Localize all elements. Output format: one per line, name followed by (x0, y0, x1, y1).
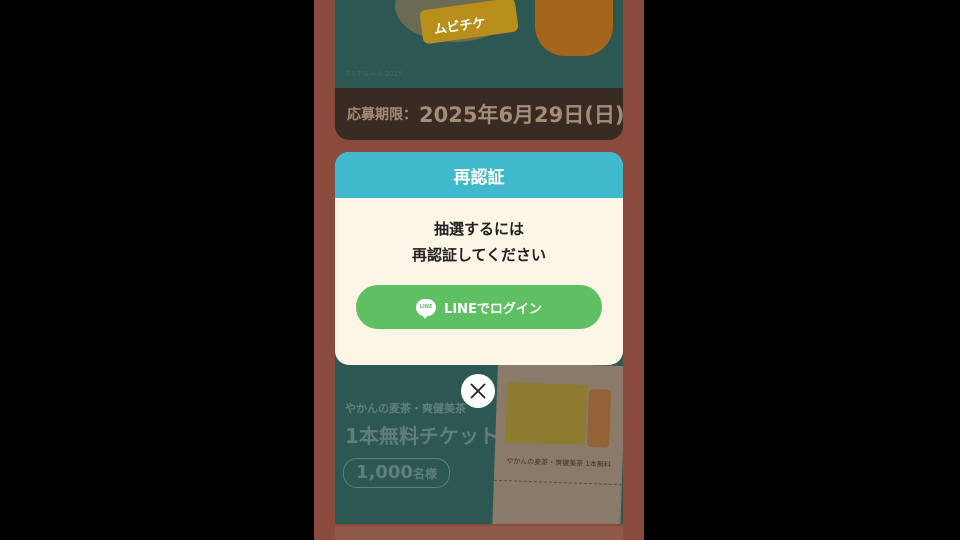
dialog-header: 再認証 (335, 152, 623, 198)
copyright-text: ©L-T-S-A-A 2025 (345, 70, 403, 78)
prize-ticket-image: やかんの麦茶・爽健美茶 1本無料 (492, 361, 623, 524)
line-login-button[interactable]: LINE LINEでログイン (356, 285, 602, 329)
campaign-card: ムビチケ ©L-T-S-A-A 2025 応募期限： 2025年6月29日(日)… (335, 0, 623, 140)
deadline-label: 応募期限： (347, 107, 417, 123)
dialog-title: 再認証 (453, 167, 505, 188)
ticket-can-image (587, 389, 612, 448)
prize-count: 1,000 (356, 462, 413, 483)
close-x-icon (470, 383, 486, 399)
ticket-art (505, 382, 588, 445)
line-logo-icon: LINE (416, 298, 437, 319)
tea-bottle-image (535, 0, 613, 56)
prize-name: やかんの麦茶・爽健美茶 (345, 402, 466, 415)
ticket-perforation (493, 479, 622, 486)
ticket-caption: やかんの麦茶・爽健美茶 1本無料 (506, 457, 611, 469)
prize-card: やかんの麦茶・爽健美茶 1本無料チケット 1,000名様 やかんの麦茶・爽健美茶… (335, 338, 623, 524)
dialog-message: 抽選するには 再認証してください (335, 216, 623, 268)
line-login-label: LINEでログイン (444, 301, 542, 317)
reauth-dialog: 再認証 抽選するには 再認証してください LINE LINEでログイン (335, 152, 623, 365)
next-section-strip (335, 526, 623, 540)
deadline-date: 2025年6月29日(日)まで (419, 103, 623, 127)
line-logo-text: LINE (419, 304, 433, 310)
close-dialog-button[interactable] (461, 374, 495, 408)
prize-count-unit: 名様 (412, 467, 437, 481)
dialog-message-line1: 抽選するには (433, 220, 524, 238)
dialog-message-line2: 再認証してください (411, 246, 547, 264)
prize-count-badge: 1,000名様 (343, 458, 450, 488)
prize-title: 1本無料チケット (345, 424, 499, 448)
promo-ticket-text: ムビチケ (432, 15, 487, 38)
deadline-bar: 応募期限： 2025年6月29日(日)まで (335, 88, 623, 140)
